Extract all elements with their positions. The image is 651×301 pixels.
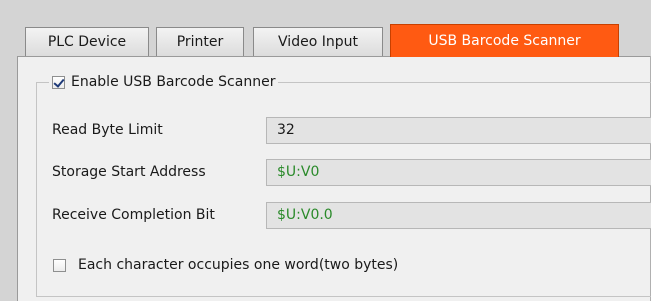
tab-label: USB Barcode Scanner: [428, 33, 581, 49]
tab-bar: PLC Device Printer Video Input USB Barco…: [0, 0, 651, 57]
word-per-character-label: Each character occupies one word(two byt…: [78, 257, 399, 273]
tab-printer[interactable]: Printer: [156, 27, 244, 56]
enable-usb-scanner-checkbox[interactable]: [52, 75, 65, 89]
read-byte-limit-input[interactable]: 32: [266, 117, 651, 144]
storage-start-address-input[interactable]: $U:V0: [266, 159, 651, 186]
receive-completion-bit-row: Receive Completion Bit $U:V0.0: [0, 199, 651, 231]
tab-usb-barcode-scanner[interactable]: USB Barcode Scanner: [390, 24, 619, 57]
receive-completion-bit-input[interactable]: $U:V0.0: [266, 202, 651, 229]
tab-label: Printer: [176, 34, 224, 50]
tab-label: PLC Device: [47, 34, 127, 50]
word-per-character-checkbox[interactable]: [53, 258, 66, 272]
read-byte-limit-label: Read Byte Limit: [52, 122, 163, 138]
tab-video-input[interactable]: Video Input: [253, 27, 383, 56]
storage-start-address-label: Storage Start Address: [52, 164, 206, 180]
enable-usb-scanner-option[interactable]: Enable USB Barcode Scanner: [49, 72, 279, 92]
enable-usb-scanner-label: Enable USB Barcode Scanner: [71, 74, 276, 90]
tab-label: Video Input: [278, 34, 358, 50]
receive-completion-bit-label: Receive Completion Bit: [52, 207, 215, 223]
read-byte-limit-row: Read Byte Limit 32: [0, 114, 651, 146]
word-per-character-option[interactable]: Each character occupies one word(two byt…: [53, 255, 398, 275]
storage-start-address-row: Storage Start Address $U:V0: [0, 156, 651, 188]
tab-plc-device[interactable]: PLC Device: [25, 27, 149, 56]
